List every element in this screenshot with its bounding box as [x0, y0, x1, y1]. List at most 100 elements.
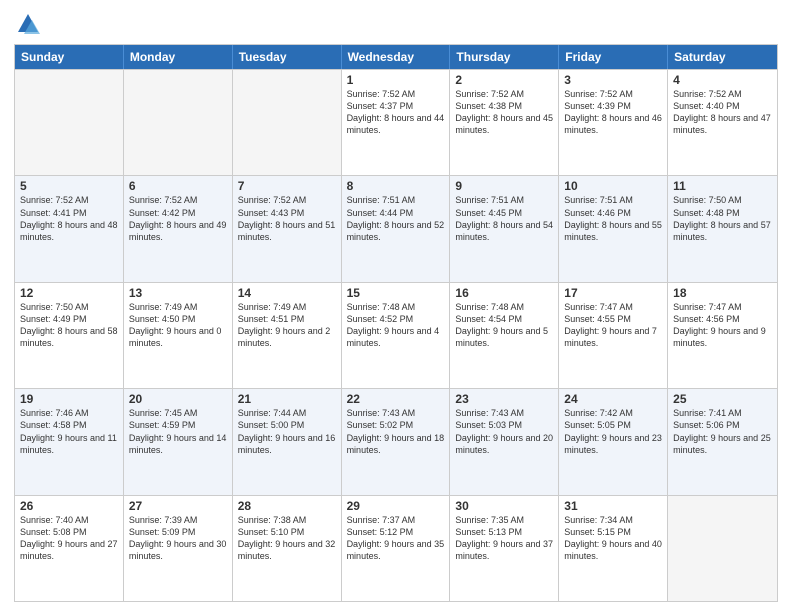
cell-day-number: 24 — [564, 392, 662, 406]
calendar-cell: 9Sunrise: 7:51 AM Sunset: 4:45 PM Daylig… — [450, 176, 559, 281]
cell-info: Sunrise: 7:46 AM Sunset: 4:58 PM Dayligh… — [20, 407, 118, 456]
cell-info: Sunrise: 7:38 AM Sunset: 5:10 PM Dayligh… — [238, 514, 336, 563]
cell-info: Sunrise: 7:47 AM Sunset: 4:56 PM Dayligh… — [673, 301, 772, 350]
cell-info: Sunrise: 7:52 AM Sunset: 4:39 PM Dayligh… — [564, 88, 662, 137]
calendar-cell: 20Sunrise: 7:45 AM Sunset: 4:59 PM Dayli… — [124, 389, 233, 494]
page: SundayMondayTuesdayWednesdayThursdayFrid… — [0, 0, 792, 612]
cell-day-number: 25 — [673, 392, 772, 406]
cell-day-number: 22 — [347, 392, 445, 406]
cell-day-number: 27 — [129, 499, 227, 513]
cell-day-number: 30 — [455, 499, 553, 513]
cell-info: Sunrise: 7:35 AM Sunset: 5:13 PM Dayligh… — [455, 514, 553, 563]
cell-info: Sunrise: 7:34 AM Sunset: 5:15 PM Dayligh… — [564, 514, 662, 563]
cell-day-number: 21 — [238, 392, 336, 406]
cell-day-number: 3 — [564, 73, 662, 87]
week-row: 12Sunrise: 7:50 AM Sunset: 4:49 PM Dayli… — [15, 282, 777, 388]
cell-day-number: 11 — [673, 179, 772, 193]
calendar-cell: 7Sunrise: 7:52 AM Sunset: 4:43 PM Daylig… — [233, 176, 342, 281]
week-row: 19Sunrise: 7:46 AM Sunset: 4:58 PM Dayli… — [15, 388, 777, 494]
cell-day-number: 17 — [564, 286, 662, 300]
cell-info: Sunrise: 7:51 AM Sunset: 4:44 PM Dayligh… — [347, 194, 445, 243]
calendar-cell: 10Sunrise: 7:51 AM Sunset: 4:46 PM Dayli… — [559, 176, 668, 281]
calendar-cell: 29Sunrise: 7:37 AM Sunset: 5:12 PM Dayli… — [342, 496, 451, 601]
cell-info: Sunrise: 7:52 AM Sunset: 4:38 PM Dayligh… — [455, 88, 553, 137]
day-header: Friday — [559, 45, 668, 69]
calendar-cell — [15, 70, 124, 175]
cell-info: Sunrise: 7:50 AM Sunset: 4:49 PM Dayligh… — [20, 301, 118, 350]
calendar-cell: 12Sunrise: 7:50 AM Sunset: 4:49 PM Dayli… — [15, 283, 124, 388]
weeks: 1Sunrise: 7:52 AM Sunset: 4:37 PM Daylig… — [15, 69, 777, 601]
calendar-cell: 26Sunrise: 7:40 AM Sunset: 5:08 PM Dayli… — [15, 496, 124, 601]
week-row: 5Sunrise: 7:52 AM Sunset: 4:41 PM Daylig… — [15, 175, 777, 281]
calendar-cell: 13Sunrise: 7:49 AM Sunset: 4:50 PM Dayli… — [124, 283, 233, 388]
calendar-cell: 21Sunrise: 7:44 AM Sunset: 5:00 PM Dayli… — [233, 389, 342, 494]
calendar-cell: 23Sunrise: 7:43 AM Sunset: 5:03 PM Dayli… — [450, 389, 559, 494]
cell-info: Sunrise: 7:42 AM Sunset: 5:05 PM Dayligh… — [564, 407, 662, 456]
day-headers: SundayMondayTuesdayWednesdayThursdayFrid… — [15, 45, 777, 69]
cell-info: Sunrise: 7:52 AM Sunset: 4:40 PM Dayligh… — [673, 88, 772, 137]
cell-info: Sunrise: 7:43 AM Sunset: 5:02 PM Dayligh… — [347, 407, 445, 456]
cell-info: Sunrise: 7:51 AM Sunset: 4:46 PM Dayligh… — [564, 194, 662, 243]
calendar-cell: 24Sunrise: 7:42 AM Sunset: 5:05 PM Dayli… — [559, 389, 668, 494]
calendar-cell — [233, 70, 342, 175]
calendar: SundayMondayTuesdayWednesdayThursdayFrid… — [14, 44, 778, 602]
week-row: 1Sunrise: 7:52 AM Sunset: 4:37 PM Daylig… — [15, 69, 777, 175]
cell-day-number: 7 — [238, 179, 336, 193]
cell-info: Sunrise: 7:41 AM Sunset: 5:06 PM Dayligh… — [673, 407, 772, 456]
cell-day-number: 29 — [347, 499, 445, 513]
calendar-cell: 14Sunrise: 7:49 AM Sunset: 4:51 PM Dayli… — [233, 283, 342, 388]
cell-info: Sunrise: 7:52 AM Sunset: 4:42 PM Dayligh… — [129, 194, 227, 243]
cell-info: Sunrise: 7:37 AM Sunset: 5:12 PM Dayligh… — [347, 514, 445, 563]
calendar-cell — [124, 70, 233, 175]
cell-day-number: 4 — [673, 73, 772, 87]
cell-info: Sunrise: 7:48 AM Sunset: 4:52 PM Dayligh… — [347, 301, 445, 350]
calendar-cell: 16Sunrise: 7:48 AM Sunset: 4:54 PM Dayli… — [450, 283, 559, 388]
cell-info: Sunrise: 7:44 AM Sunset: 5:00 PM Dayligh… — [238, 407, 336, 456]
cell-day-number: 28 — [238, 499, 336, 513]
cell-info: Sunrise: 7:52 AM Sunset: 4:43 PM Dayligh… — [238, 194, 336, 243]
cell-info: Sunrise: 7:45 AM Sunset: 4:59 PM Dayligh… — [129, 407, 227, 456]
calendar-cell: 3Sunrise: 7:52 AM Sunset: 4:39 PM Daylig… — [559, 70, 668, 175]
cell-day-number: 26 — [20, 499, 118, 513]
logo — [14, 10, 46, 38]
day-header: Thursday — [450, 45, 559, 69]
day-header: Sunday — [15, 45, 124, 69]
calendar-cell: 1Sunrise: 7:52 AM Sunset: 4:37 PM Daylig… — [342, 70, 451, 175]
day-header: Saturday — [668, 45, 777, 69]
cell-info: Sunrise: 7:47 AM Sunset: 4:55 PM Dayligh… — [564, 301, 662, 350]
calendar-cell: 25Sunrise: 7:41 AM Sunset: 5:06 PM Dayli… — [668, 389, 777, 494]
cell-info: Sunrise: 7:52 AM Sunset: 4:41 PM Dayligh… — [20, 194, 118, 243]
calendar-cell — [668, 496, 777, 601]
calendar-cell: 28Sunrise: 7:38 AM Sunset: 5:10 PM Dayli… — [233, 496, 342, 601]
cell-day-number: 14 — [238, 286, 336, 300]
calendar-cell: 6Sunrise: 7:52 AM Sunset: 4:42 PM Daylig… — [124, 176, 233, 281]
cell-info: Sunrise: 7:49 AM Sunset: 4:51 PM Dayligh… — [238, 301, 336, 350]
cell-day-number: 13 — [129, 286, 227, 300]
cell-day-number: 20 — [129, 392, 227, 406]
header — [14, 10, 778, 38]
calendar-cell: 2Sunrise: 7:52 AM Sunset: 4:38 PM Daylig… — [450, 70, 559, 175]
cell-info: Sunrise: 7:39 AM Sunset: 5:09 PM Dayligh… — [129, 514, 227, 563]
cell-info: Sunrise: 7:50 AM Sunset: 4:48 PM Dayligh… — [673, 194, 772, 243]
cell-day-number: 19 — [20, 392, 118, 406]
cell-day-number: 8 — [347, 179, 445, 193]
calendar-cell: 22Sunrise: 7:43 AM Sunset: 5:02 PM Dayli… — [342, 389, 451, 494]
cell-info: Sunrise: 7:51 AM Sunset: 4:45 PM Dayligh… — [455, 194, 553, 243]
cell-info: Sunrise: 7:49 AM Sunset: 4:50 PM Dayligh… — [129, 301, 227, 350]
cell-info: Sunrise: 7:48 AM Sunset: 4:54 PM Dayligh… — [455, 301, 553, 350]
calendar-cell: 4Sunrise: 7:52 AM Sunset: 4:40 PM Daylig… — [668, 70, 777, 175]
calendar-cell: 5Sunrise: 7:52 AM Sunset: 4:41 PM Daylig… — [15, 176, 124, 281]
day-header: Wednesday — [342, 45, 451, 69]
logo-icon — [14, 10, 42, 38]
cell-day-number: 2 — [455, 73, 553, 87]
cell-day-number: 15 — [347, 286, 445, 300]
cell-day-number: 23 — [455, 392, 553, 406]
cell-day-number: 6 — [129, 179, 227, 193]
cell-day-number: 1 — [347, 73, 445, 87]
day-header: Monday — [124, 45, 233, 69]
cell-day-number: 10 — [564, 179, 662, 193]
calendar-cell: 11Sunrise: 7:50 AM Sunset: 4:48 PM Dayli… — [668, 176, 777, 281]
week-row: 26Sunrise: 7:40 AM Sunset: 5:08 PM Dayli… — [15, 495, 777, 601]
cell-info: Sunrise: 7:40 AM Sunset: 5:08 PM Dayligh… — [20, 514, 118, 563]
cell-info: Sunrise: 7:52 AM Sunset: 4:37 PM Dayligh… — [347, 88, 445, 137]
